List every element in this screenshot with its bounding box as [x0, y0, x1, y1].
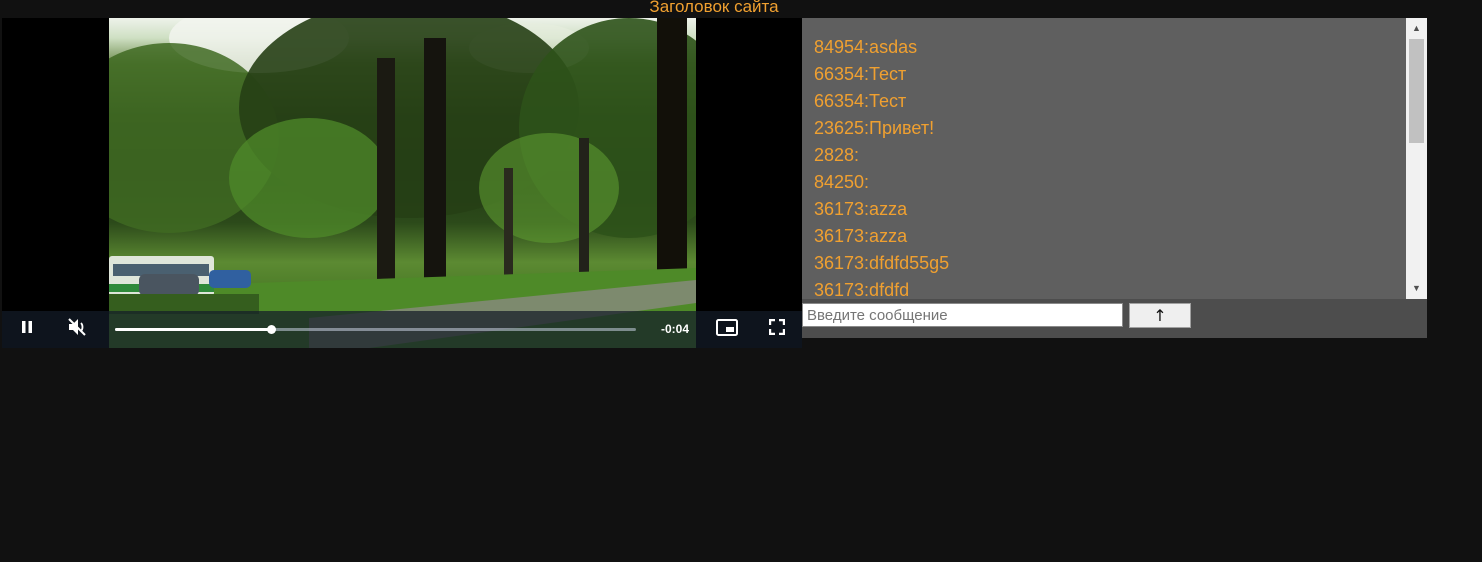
- site-title: Заголовок сайта: [649, 0, 779, 16]
- time-remaining: -0:04: [660, 322, 689, 336]
- pause-button[interactable]: [10, 311, 44, 348]
- picture-in-picture-button[interactable]: [710, 311, 744, 348]
- message-item: 36173:azza: [814, 199, 908, 219]
- video-frame[interactable]: [109, 18, 696, 348]
- fullscreen-icon: [768, 318, 786, 340]
- video-scene: [109, 18, 696, 348]
- message-item: 36173:azza: [814, 226, 908, 246]
- message-scrollbar[interactable]: ▲ ▼: [1406, 18, 1427, 299]
- volume-muted-icon: [67, 318, 87, 341]
- message-item: 23625:Привет!: [814, 118, 935, 138]
- mute-button[interactable]: [60, 311, 94, 348]
- scroll-down-arrow-icon[interactable]: ▼: [1406, 280, 1427, 297]
- scroll-up-arrow-icon[interactable]: ▲: [1406, 20, 1427, 37]
- message-item: 66354:Тест: [814, 91, 907, 111]
- message-item: 66354:Тест: [814, 64, 907, 84]
- video-player[interactable]: -0:04: [2, 18, 802, 348]
- send-button[interactable]: ↑: [1129, 303, 1191, 328]
- pause-icon: [20, 320, 34, 339]
- message-item: 2828:: [814, 145, 860, 165]
- chat-panel: 84954:asdas 66354:Тест 66354:Тест 23625:…: [802, 18, 1427, 338]
- message-input[interactable]: [802, 303, 1123, 327]
- message-item: 36173:dfdfd55g5: [814, 253, 950, 273]
- scrollbar-thumb[interactable]: [1409, 39, 1424, 143]
- seek-bar-played: [115, 328, 272, 331]
- picture-in-picture-icon: [716, 318, 738, 341]
- message-item: 84954:asdas: [814, 37, 918, 57]
- seek-bar-handle[interactable]: [267, 325, 277, 334]
- message-item: 36173:dfdfd: [814, 280, 910, 299]
- video-controls: -0:04: [2, 311, 802, 348]
- seek-bar[interactable]: [115, 325, 636, 334]
- message-item: 84250:: [814, 172, 870, 192]
- fullscreen-button[interactable]: [760, 311, 794, 348]
- message-list[interactable]: 84954:asdas 66354:Тест 66354:Тест 23625:…: [802, 18, 1406, 299]
